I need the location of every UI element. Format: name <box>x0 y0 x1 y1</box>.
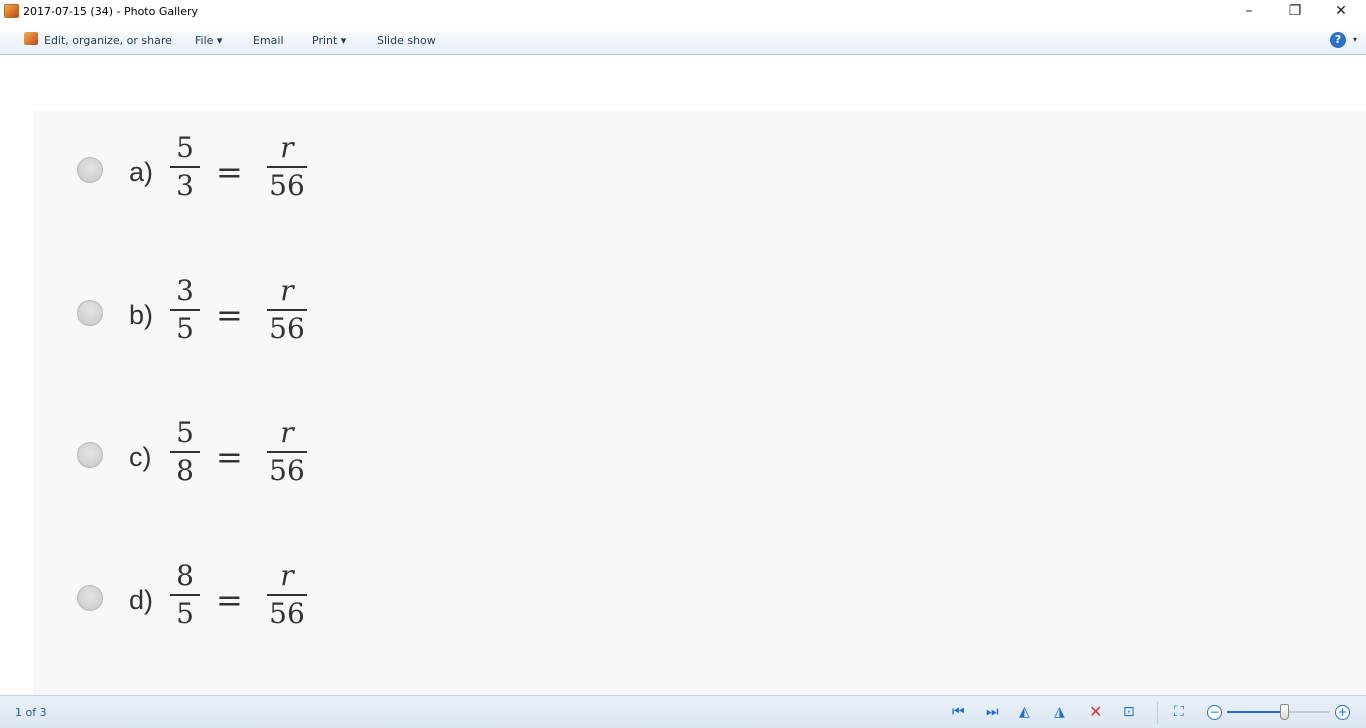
option-label: a) <box>129 157 154 187</box>
denominator: 56 <box>269 312 305 345</box>
answer-option-c[interactable]: c) 58 = r 56 <box>33 416 433 496</box>
next-icon[interactable]: ⏭ <box>986 705 999 719</box>
gallery-icon <box>24 32 38 45</box>
numerator: r <box>280 131 294 164</box>
fraction-bar <box>267 166 307 168</box>
photo-view: a) 53 = r 56 b) 35 = r 56 c) 58 = r 56 d) 8… <box>33 111 1366 695</box>
right-fraction: r 56 <box>267 131 307 203</box>
equals-sign: = <box>216 296 243 334</box>
option-label: c) <box>129 442 152 472</box>
close-button[interactable]: ✕ <box>1318 0 1364 24</box>
equals-sign: = <box>216 438 243 476</box>
radio-button[interactable] <box>77 157 103 183</box>
photo-gallery-icon <box>4 4 19 18</box>
restore-button[interactable]: ❐ <box>1272 0 1318 24</box>
right-fraction: r 56 <box>267 559 307 631</box>
fraction-bar <box>170 594 200 596</box>
toolbar: Edit, organize, or share File ▾ Email Pr… <box>0 27 1366 55</box>
delete-icon[interactable]: ✕ <box>1089 704 1102 720</box>
fraction-bar <box>170 309 200 311</box>
denominator: 5 <box>176 312 194 345</box>
numerator: r <box>280 559 294 592</box>
denominator: 5 <box>176 597 194 630</box>
answer-option-d[interactable]: d) 85 = r 56 <box>33 559 433 639</box>
zoom-slider[interactable] <box>1227 704 1330 720</box>
rotate-right-icon[interactable]: ◮ <box>1054 705 1065 719</box>
zoom-slider-fill <box>1227 711 1284 713</box>
status-bar: 1 of 3 ⏮ ⏭ ◭ ◮ ✕ ⊡ ⛶ − + <box>0 695 1366 728</box>
answer-option-a[interactable]: a) 53 = r 56 <box>33 131 433 211</box>
equals-sign: = <box>216 581 243 619</box>
radio-button[interactable] <box>77 585 103 611</box>
denominator: 56 <box>269 597 305 630</box>
print-menu[interactable]: Print ▾ <box>312 34 346 47</box>
help-icon[interactable]: ? <box>1330 32 1346 48</box>
left-fraction: 35 <box>170 274 200 346</box>
divider <box>1157 702 1158 724</box>
fraction-bar <box>170 451 200 453</box>
chevron-down-icon[interactable]: ▾ <box>1353 35 1357 44</box>
fraction-bar <box>267 309 307 311</box>
minimize-button[interactable]: – <box>1226 0 1272 24</box>
denominator: 8 <box>176 454 194 487</box>
zoom-in-icon[interactable]: + <box>1335 705 1350 720</box>
numerator: 5 <box>176 131 194 164</box>
answer-option-b[interactable]: b) 35 = r 56 <box>33 274 433 354</box>
file-menu[interactable]: File ▾ <box>195 34 222 47</box>
slide-show-button[interactable]: Slide show <box>377 34 436 47</box>
right-fraction: r 56 <box>267 274 307 346</box>
option-label: d) <box>129 585 154 615</box>
numerator: 3 <box>176 274 194 307</box>
previous-icon[interactable]: ⏮ <box>952 705 965 719</box>
equals-sign: = <box>216 153 243 191</box>
zoom-out-icon[interactable]: − <box>1207 705 1222 720</box>
denominator: 56 <box>269 169 305 202</box>
email-button[interactable]: Email <box>253 34 284 47</box>
left-fraction: 53 <box>170 131 200 203</box>
left-fraction: 58 <box>170 416 200 488</box>
fraction-bar <box>170 166 200 168</box>
right-fraction: r 56 <box>267 416 307 488</box>
slideshow-icon[interactable]: ⊡ <box>1123 705 1135 719</box>
numerator: 8 <box>176 559 194 592</box>
window-title: 2017-07-15 (34) - Photo Gallery <box>23 5 199 18</box>
numerator: r <box>280 416 294 449</box>
fraction-bar <box>267 451 307 453</box>
numerator: r <box>280 274 294 307</box>
fit-to-window-icon[interactable]: ⛶ <box>1174 705 1184 719</box>
denominator: 3 <box>176 169 194 202</box>
numerator: 5 <box>176 416 194 449</box>
left-fraction: 85 <box>170 559 200 631</box>
radio-button[interactable] <box>77 442 103 468</box>
photo-count: 1 of 3 <box>15 706 47 719</box>
title-bar: 2017-07-15 (34) - Photo Gallery – ❐ ✕ <box>0 0 1366 26</box>
edit-organize-share-button[interactable]: Edit, organize, or share <box>44 34 172 47</box>
option-label: b) <box>129 300 154 330</box>
denominator: 56 <box>269 454 305 487</box>
radio-button[interactable] <box>77 300 103 326</box>
rotate-left-icon[interactable]: ◭ <box>1019 705 1030 719</box>
zoom-slider-thumb[interactable] <box>1279 704 1289 720</box>
fraction-bar <box>267 594 307 596</box>
